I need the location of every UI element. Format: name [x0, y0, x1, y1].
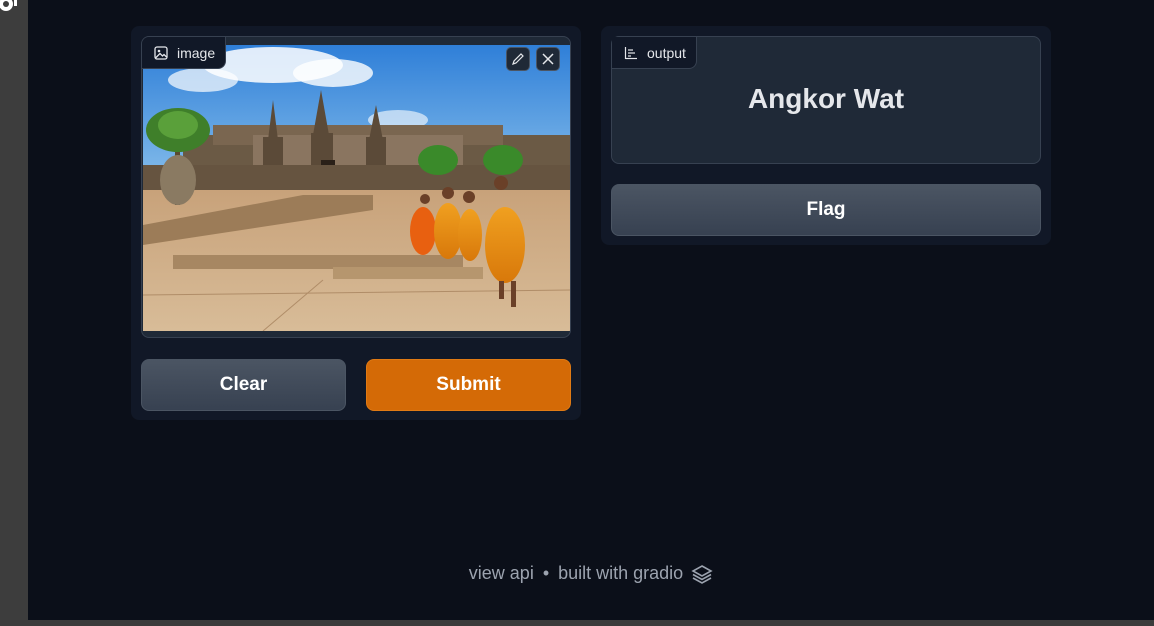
gradio-logo-icon — [691, 564, 713, 584]
submit-button[interactable]: Submit — [366, 359, 571, 411]
image-toolbar — [506, 47, 560, 71]
uploaded-photo — [143, 45, 570, 331]
view-api-link[interactable]: view api — [469, 563, 534, 584]
app-logo-icon — [0, 0, 17, 11]
output-label-text: output — [647, 44, 686, 61]
predicted-label: Angkor Wat — [747, 83, 905, 114]
input-panel: image Clear Submit — [131, 26, 581, 420]
output-label-box: output Angkor Wat — [611, 36, 1041, 164]
close-icon — [542, 53, 554, 65]
image-input[interactable]: image — [141, 36, 571, 338]
bottom-window-edge — [0, 620, 1154, 626]
built-with-text: built with gradio — [558, 563, 684, 583]
footer: view api • built with gradio — [28, 563, 1154, 584]
image-label: image — [142, 37, 227, 69]
bar-chart-icon — [624, 46, 637, 59]
image-label-text: image — [177, 44, 216, 61]
image-icon — [154, 45, 168, 60]
footer-separator: • — [542, 563, 550, 583]
remove-image-button[interactable] — [536, 47, 560, 71]
edit-button[interactable] — [506, 47, 530, 71]
output-panel: output Angkor Wat Flag — [601, 26, 1051, 245]
built-with-gradio-link[interactable]: built with gradio — [558, 563, 713, 584]
clear-button[interactable]: Clear — [141, 359, 346, 411]
gradio-app: image Clear Submit output Angkor Wat Fla… — [28, 0, 1154, 620]
left-window-strip — [0, 0, 28, 626]
flag-button[interactable]: Flag — [611, 184, 1041, 236]
output-label: output — [612, 37, 697, 69]
pencil-icon — [512, 53, 524, 65]
